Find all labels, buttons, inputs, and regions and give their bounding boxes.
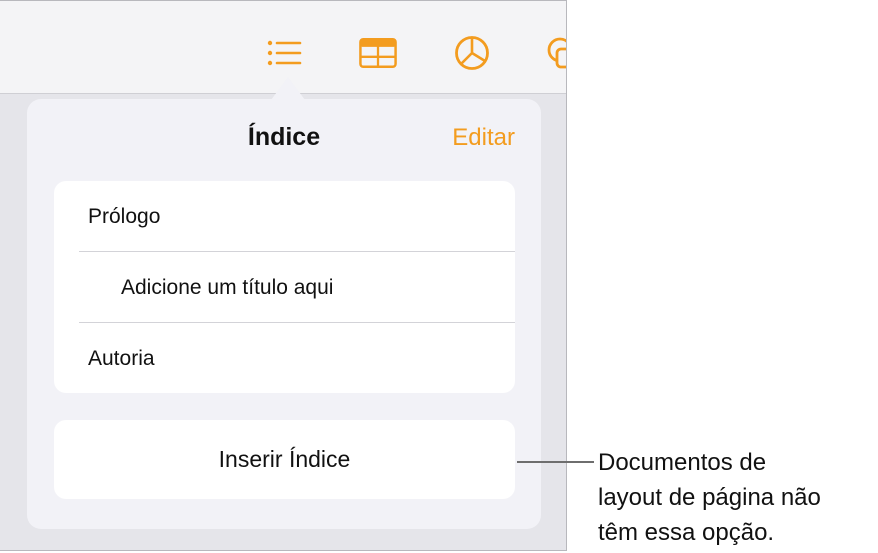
toc-entry-label: Autoria — [88, 346, 155, 370]
table-button[interactable] — [359, 34, 397, 72]
callout-line — [517, 461, 594, 463]
callout-line-1: Documentos de — [598, 449, 767, 476]
toc-entry[interactable]: Prólogo — [54, 181, 515, 252]
popover-pointer — [271, 77, 305, 100]
callout-line-2: layout de página não — [598, 484, 821, 511]
toc-entry[interactable]: Adicione um título aqui — [54, 252, 515, 323]
toc-entry-label: Adicione um título aqui — [121, 275, 334, 299]
table-icon — [359, 37, 397, 69]
callout-line-3: têm essa opção. — [598, 519, 775, 546]
edit-button[interactable]: Editar — [452, 124, 515, 152]
callout-text: Documentos de layout de página não têm e… — [598, 445, 878, 550]
toc-entry-label: Prólogo — [88, 204, 161, 228]
chart-button[interactable] — [453, 34, 491, 72]
toc-entry[interactable]: Autoria — [54, 323, 515, 393]
insert-toc-button[interactable]: Inserir Índice — [54, 420, 515, 499]
app-window: Índice Editar Prólogo Adicione um título… — [0, 0, 567, 551]
toc-popover: Índice Editar Prólogo Adicione um título… — [27, 99, 541, 529]
toc-list-button[interactable] — [265, 34, 303, 72]
toc-list: Prólogo Adicione um título aqui Autoria — [54, 181, 515, 393]
chart-icon — [455, 36, 489, 70]
shape-icon — [547, 37, 566, 69]
list-icon — [267, 40, 302, 66]
shape-button[interactable] — [542, 34, 566, 72]
